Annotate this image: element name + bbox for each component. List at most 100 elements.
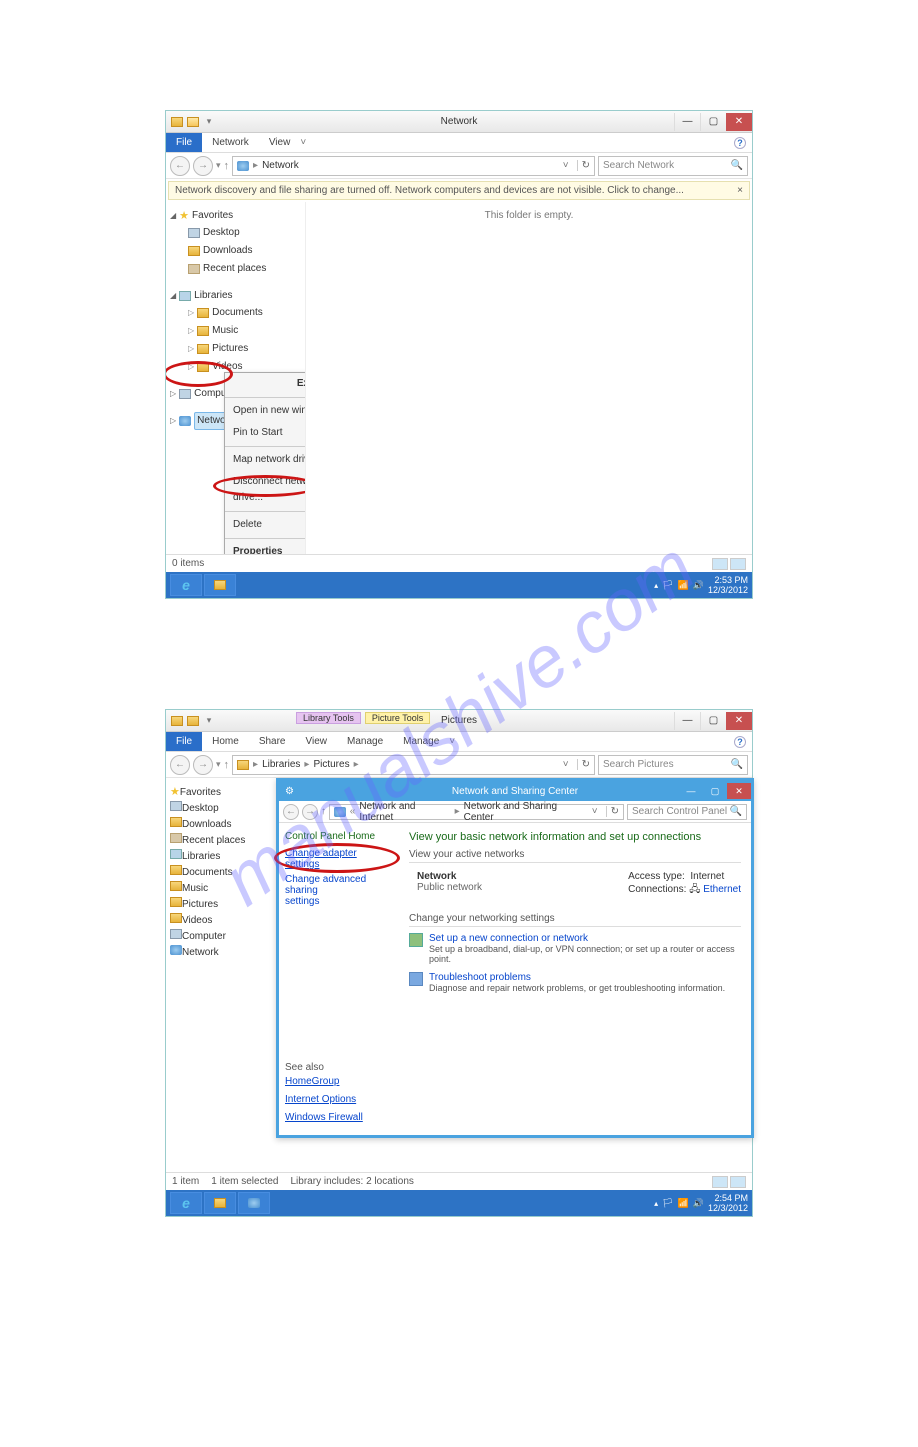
ethernet-link[interactable]: Ethernet [703,884,741,895]
tray-flag-icon[interactable]: 🏳 [662,580,673,591]
tab-home[interactable]: Home [202,734,249,749]
tray-network-icon[interactable]: 📶 [678,580,689,591]
tab-share[interactable]: Share [249,734,296,749]
minimize-button[interactable]: — [674,113,700,131]
menu-item-open-new-window[interactable]: Open in new window [225,400,306,422]
address-input[interactable]: ▸ Network ˅ ↻ [232,156,595,176]
favorites-header[interactable]: Favorites [192,208,233,224]
minimize-button[interactable]: — [674,712,700,730]
taskbar-explorer-button[interactable] [204,1192,236,1214]
inner-close-button[interactable]: ✕ [727,783,751,799]
info-bar[interactable]: Network discovery and file sharing are t… [168,181,750,200]
view-icons-button[interactable] [730,558,746,570]
refresh-icon[interactable]: ↻ [577,759,590,770]
tray-volume-icon[interactable]: 🔊 [693,1198,704,1209]
breadcrumb-libraries[interactable]: Libraries [262,759,300,770]
expand-icon[interactable]: ◢ [170,288,176,304]
tray-expand-icon[interactable]: ▴ [654,1199,658,1208]
menu-item-pin-to-start[interactable]: Pin to Start [225,422,306,444]
view-icons-button[interactable] [730,1176,746,1188]
sidebar-item-music[interactable]: ▷Music [188,322,301,340]
dropdown-icon[interactable]: ▾ [202,714,216,728]
breadcrumb-net-internet[interactable]: Network and Internet [359,801,450,823]
favorites-header[interactable]: Favorites [180,787,221,798]
change-adapter-settings-link[interactable]: Change adapter settings [285,848,393,870]
history-dropdown-icon[interactable]: ▾ [216,759,221,770]
taskbar-control-panel-button[interactable] [238,1192,270,1214]
sidebar-item-pictures[interactable]: Pictures [170,897,272,913]
file-tab[interactable]: File [166,732,202,751]
breadcrumb-network[interactable]: Network [262,160,299,171]
tab-network[interactable]: Network [202,135,259,150]
sidebar-item-downloads[interactable]: Downloads [170,817,272,833]
inner-minimize-button[interactable]: — [679,783,703,799]
inner-search-input[interactable]: Search Control Panel 🔍 [627,804,747,820]
help-icon[interactable]: ? [734,736,746,748]
menu-item-disconnect-drive[interactable]: Disconnect network drive... [225,471,306,509]
expand-icon[interactable]: ▷ [188,359,194,375]
ribbon-collapse-icon[interactable]: ˅ [449,736,455,747]
library-tools-tab[interactable]: Library Tools [296,712,361,724]
tab-view[interactable]: View [296,734,338,749]
taskbar-explorer-button[interactable] [204,574,236,596]
breadcrumb-sharing-center[interactable]: Network and Sharing Center [464,801,588,823]
taskbar-clock[interactable]: 2:54 PM 12/3/2012 [708,1193,748,1213]
back-button[interactable]: ← [170,755,190,775]
see-also-homegroup[interactable]: HomeGroup [285,1075,363,1089]
tray-network-icon[interactable]: 📶 [678,1198,689,1209]
sidebar-item-pictures[interactable]: ▷Pictures [188,340,301,358]
address-dropdown-icon[interactable]: ˅ [563,759,569,770]
dropdown-icon[interactable]: ▾ [202,115,216,129]
refresh-icon[interactable]: ↻ [577,160,590,171]
history-dropdown-icon[interactable]: ▾ [216,160,221,171]
tab-manage-library[interactable]: Manage [337,734,393,749]
inner-up-button[interactable]: ↑ [321,806,326,817]
address-input[interactable]: ▸ Libraries ▸ Pictures ▸ ˅ ↻ [232,755,595,775]
search-input[interactable]: Search Network 🔍 [598,156,748,176]
expand-icon[interactable]: ▷ [188,341,194,357]
menu-item-expand[interactable]: Expand [225,373,306,395]
troubleshoot-link[interactable]: Troubleshoot problems [429,972,725,983]
tray-volume-icon[interactable]: 🔊 [693,580,704,591]
expand-icon[interactable]: ▷ [188,323,194,339]
taskbar-ie-button[interactable]: e [170,1192,202,1214]
file-tab[interactable]: File [166,133,202,152]
inner-back-button[interactable]: ← [283,804,299,820]
up-button[interactable]: ↑ [224,160,230,172]
close-button[interactable]: ✕ [726,712,752,730]
sidebar-item-recent[interactable]: Recent places [170,833,272,849]
tray-flag-icon[interactable]: 🏳 [662,1198,673,1209]
sidebar-item-documents[interactable]: ▷Documents [188,304,301,322]
inner-refresh-icon[interactable]: ↻ [606,806,619,817]
sidebar-item-computer[interactable]: Computer [182,931,226,942]
change-advanced-sharing-link[interactable]: Change advanced sharingsettings [285,874,393,907]
see-also-internet-options[interactable]: Internet Options [285,1093,363,1107]
maximize-button[interactable]: ▢ [700,712,726,730]
info-bar-close-icon[interactable]: × [737,185,743,196]
picture-tools-tab[interactable]: Picture Tools [365,712,430,724]
sidebar-item-desktop[interactable]: Desktop [188,224,301,242]
sidebar-item-documents[interactable]: Documents [170,865,272,881]
inner-forward-button[interactable]: → [302,804,318,820]
tab-manage-picture[interactable]: Manage [393,734,449,749]
new-connection-link[interactable]: Set up a new connection or network [429,933,741,944]
taskbar-clock[interactable]: 2:53 PM 12/3/2012 [708,575,748,595]
sidebar-item-desktop[interactable]: Desktop [170,801,272,817]
ribbon-collapse-icon[interactable]: ˅ [300,137,306,148]
view-details-button[interactable] [712,1176,728,1188]
expand-icon[interactable]: ◢ [170,208,176,224]
view-details-button[interactable] [712,558,728,570]
taskbar-ie-button[interactable]: e [170,574,202,596]
sidebar-item-downloads[interactable]: Downloads [188,242,301,260]
control-panel-home-link[interactable]: Control Panel Home [285,831,393,842]
menu-item-map-drive[interactable]: Map network drive... [225,449,306,471]
see-also-windows-firewall[interactable]: Windows Firewall [285,1111,363,1125]
expand-icon[interactable]: ▷ [170,413,176,429]
expand-icon[interactable]: ▷ [188,305,194,321]
up-button[interactable]: ↑ [224,759,230,771]
sidebar-item-videos[interactable]: Videos [170,913,272,929]
sidebar-item-recent[interactable]: Recent places [188,260,301,278]
tray-expand-icon[interactable]: ▴ [654,581,658,590]
libraries-header[interactable]: Libraries [182,851,220,862]
expand-icon[interactable]: ▷ [170,386,176,402]
